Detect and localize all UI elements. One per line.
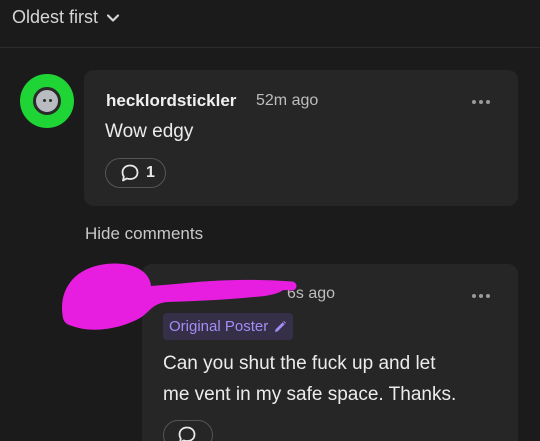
chevron-down-icon (106, 13, 120, 22)
reply-text: Can you shut the fuck up and let me vent… (163, 348, 456, 410)
comment-username[interactable]: hecklordstickler (106, 91, 236, 111)
original-poster-badge: Original Poster (163, 313, 294, 340)
comment-text: Wow edgy (105, 121, 194, 142)
reply-count-button[interactable]: 1 (105, 158, 166, 188)
pencil-icon (275, 320, 287, 332)
reply-text-line: Can you shut the fuck up and let (163, 353, 436, 374)
reply-timestamp: 6s ago (287, 285, 336, 302)
more-options-icon[interactable] (472, 100, 490, 104)
comment-timestamp: 52m ago (256, 92, 319, 109)
reply-text-line: me vent in my safe space. Thanks. (163, 384, 457, 405)
badge-label: Original Poster (169, 318, 269, 335)
sort-label: Oldest first (12, 7, 99, 27)
reply-card: 6s ago Can you shut the fuck up and let … (142, 264, 518, 441)
speech-bubble-icon (178, 426, 196, 441)
reply-count: 1 (146, 164, 155, 181)
hide-comments-link[interactable]: Hide comments (85, 224, 203, 244)
speech-bubble-icon (121, 164, 139, 182)
sort-dropdown[interactable]: Oldest first (12, 7, 120, 28)
sort-bar: Oldest first (0, 0, 540, 48)
reply-button[interactable] (163, 420, 213, 441)
avatar[interactable] (20, 74, 74, 128)
more-options-icon[interactable] (472, 294, 490, 298)
avatar-face-icon (33, 87, 61, 115)
comment-card: hecklordstickler 52m ago Wow edgy 1 (84, 70, 518, 206)
comments-page: Oldest first hecklordstickler 52m ago Wo… (0, 0, 540, 441)
